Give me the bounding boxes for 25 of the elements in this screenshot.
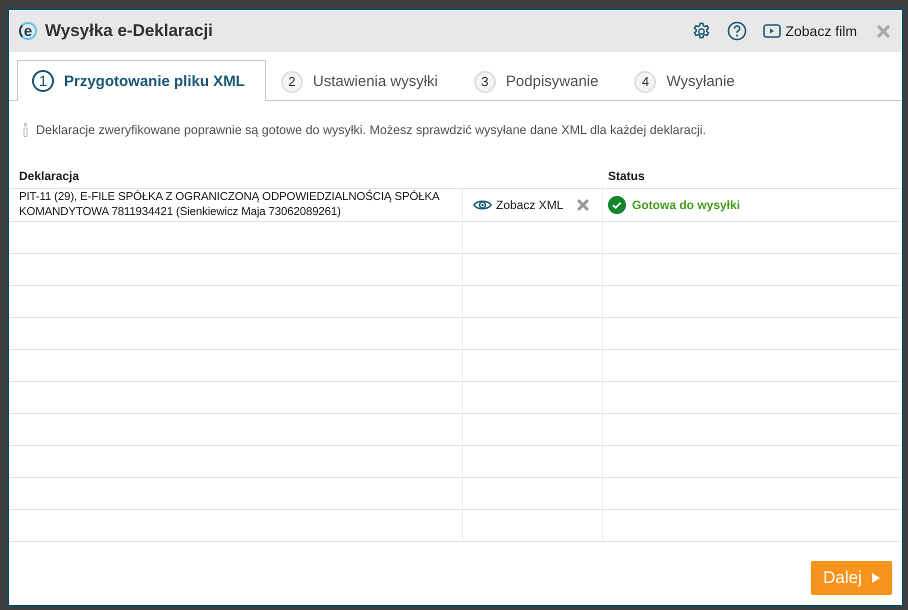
logo-icon: e [19, 22, 37, 40]
column-header: Status [608, 169, 645, 183]
column-header: Deklaracja [19, 169, 80, 183]
settings-icon[interactable] [692, 22, 712, 40]
watch-video-link[interactable]: Zobacz film [763, 23, 857, 39]
step-tab[interactable]: 4 Wysyłanie [619, 61, 756, 101]
video-icon [763, 24, 782, 38]
play-icon [872, 573, 880, 583]
step-tab[interactable]: 2 Ustawienia wysyłki [266, 61, 459, 101]
step-tab[interactable]: 1 Przygotowanie pliku XML [17, 60, 266, 101]
step-number: 4 [634, 70, 656, 92]
step-number: 1 [32, 70, 54, 92]
info-text: Deklaracje zweryfikowane poprawnie są gotowe do wysyłki. Możesz sprawdzić wysyłane dane XML dla każdej deklaracji. [36, 123, 706, 137]
info-icon [23, 123, 28, 137]
view-xml-link[interactable]: Zobacz XML [473, 198, 564, 212]
check-circle-icon [608, 196, 626, 214]
step-tab[interactable]: 3 Podpisywanie [458, 61, 620, 101]
eye-icon [473, 199, 492, 211]
window-title: Wysyłka e-Deklaracji [45, 21, 214, 41]
status-text: Gotowa do wysyłki [632, 198, 740, 212]
help-icon[interactable] [727, 21, 748, 41]
declaration-text: PIT-11 (29), E-FILE SPÓŁKA Z OGRANICZONĄ ODPOWIEDZIALNOŚCIĄ SPÓŁKA KOMANDYTOWA 7811934421 (Sienkiewicz Maja 73062089261) [19, 190, 440, 220]
step-number: 2 [280, 70, 303, 92]
step-number: 3 [474, 70, 496, 92]
remove-icon[interactable] [577, 199, 590, 211]
